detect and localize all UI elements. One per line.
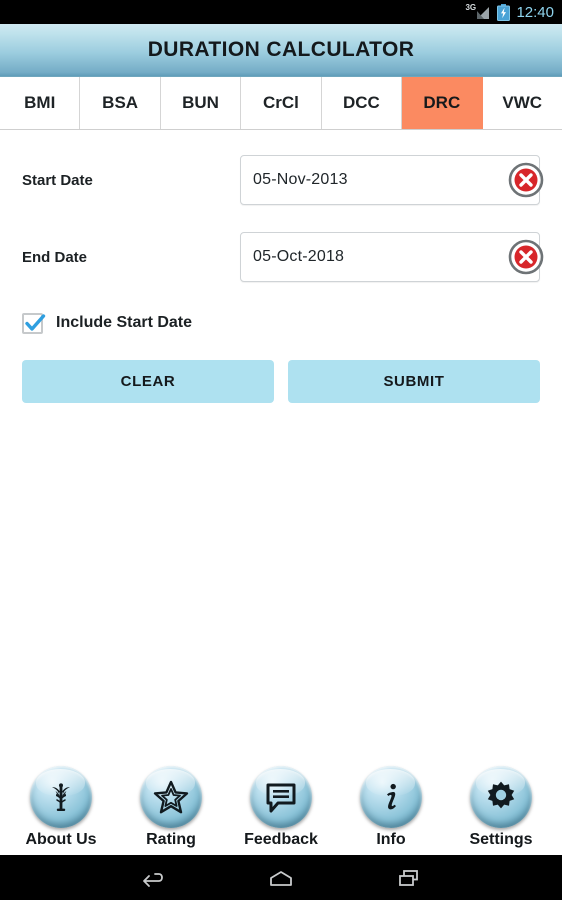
status-bar-clock: 12:40	[516, 3, 554, 21]
android-status-bar: 3G 12:40	[0, 0, 562, 24]
end-date-row: End Date 05-Oct-2018	[22, 230, 544, 284]
nav-item-settings[interactable]: Settings	[451, 766, 551, 849]
include-start-date-checkbox[interactable]	[22, 312, 46, 334]
clear-button[interactable]: CLEAR	[22, 360, 274, 403]
start-date-label: Start Date	[22, 171, 93, 189]
duration-calculator-form: Start Date 05-Nov-2013 End Date 05-Oct-2…	[0, 153, 562, 403]
nav-label-feedback: Feedback	[244, 831, 318, 848]
star-icon	[140, 766, 202, 828]
home-icon[interactable]	[261, 863, 301, 893]
end-date-value: 05-Oct-2018	[253, 248, 345, 265]
start-date-field[interactable]: 05-Nov-2013	[240, 155, 544, 205]
caduceus-icon	[30, 766, 92, 828]
back-arrow-icon[interactable]	[133, 863, 173, 893]
tab-bun[interactable]: BUN	[160, 77, 242, 129]
clear-circle-icon[interactable]	[506, 160, 546, 200]
tab-crcl[interactable]: CrCl	[241, 77, 322, 129]
tab-bsa[interactable]: BSA	[80, 77, 161, 129]
recents-icon[interactable]	[389, 863, 429, 893]
start-date-value: 05-Nov-2013	[253, 171, 348, 188]
tab-drc[interactable]: DRC	[402, 77, 483, 129]
include-start-date-label: Include Start Date	[56, 314, 193, 331]
nav-label-about-us: About Us	[25, 831, 97, 848]
nav-item-rating[interactable]: Rating	[121, 766, 221, 849]
nav-label-settings: Settings	[469, 831, 533, 848]
start-date-row: Start Date 05-Nov-2013	[22, 153, 544, 207]
battery-charging-icon	[497, 3, 511, 21]
submit-button[interactable]: SUBMIT	[288, 360, 540, 403]
include-start-date-row[interactable]: Include Start Date	[22, 310, 540, 336]
checkmark-icon	[25, 313, 46, 331]
tab-bmi[interactable]: BMI	[0, 77, 81, 129]
nav-item-info[interactable]: Info	[341, 766, 441, 849]
end-date-field[interactable]: 05-Oct-2018	[240, 232, 544, 282]
app-root: 3G 12:40 DURATION CALCULATOR BMI BSA BUN…	[0, 0, 562, 900]
network-type-label: 3G	[465, 3, 477, 12]
info-i-icon	[360, 766, 422, 828]
page-title: DURATION CALCULATOR	[147, 38, 415, 61]
gear-icon	[470, 766, 532, 828]
speech-bubble-icon	[250, 766, 312, 828]
calculator-tab-bar: BMI BSA BUN CrCl DCC DRC VWC	[0, 77, 562, 130]
form-actions: CLEAR SUBMIT	[22, 360, 540, 403]
tab-vwc[interactable]: VWC	[482, 77, 562, 129]
nav-item-about-us[interactable]: About Us	[11, 766, 111, 849]
tab-dcc[interactable]: DCC	[321, 77, 403, 129]
android-navigation-bar	[0, 855, 562, 900]
nav-label-rating: Rating	[146, 831, 196, 848]
bottom-navigation: About Us Rating Feedback Info Settings	[0, 766, 562, 855]
clear-circle-icon[interactable]	[506, 237, 546, 277]
nav-item-feedback[interactable]: Feedback	[231, 766, 331, 849]
nav-label-info: Info	[376, 831, 406, 848]
end-date-label: End Date	[22, 248, 88, 266]
signal-3g-icon: 3G	[465, 4, 491, 20]
app-title-bar: DURATION CALCULATOR	[0, 24, 562, 77]
